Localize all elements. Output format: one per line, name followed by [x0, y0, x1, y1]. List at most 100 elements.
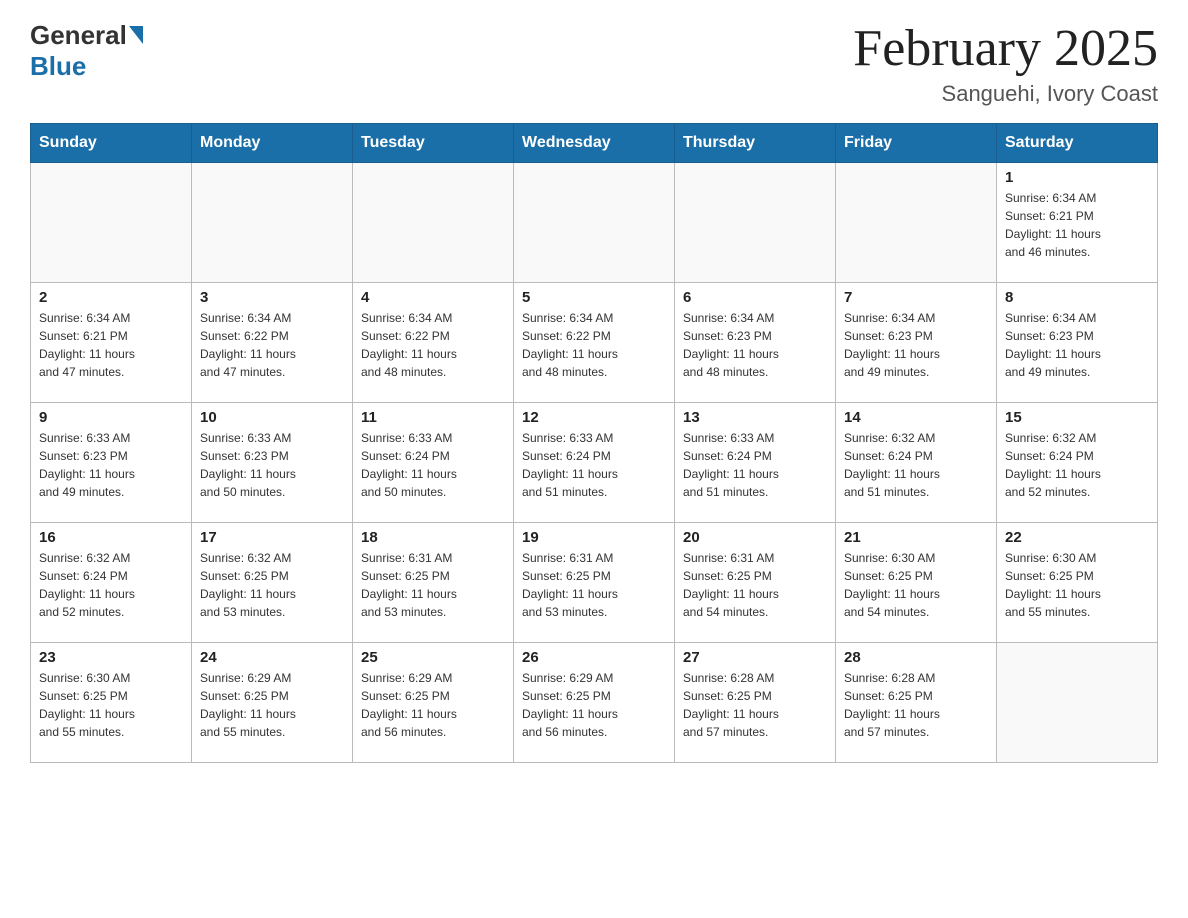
calendar-day-cell: 9 Sunrise: 6:33 AMSunset: 6:23 PMDaylight… [31, 403, 192, 523]
day-info: Sunrise: 6:33 AMSunset: 6:23 PMDaylight:… [39, 429, 183, 501]
day-number: 22 [1005, 529, 1149, 546]
calendar-day-cell [353, 163, 514, 283]
day-number: 3 [200, 289, 344, 306]
day-number: 17 [200, 529, 344, 546]
calendar-day-cell: 2Sunrise: 6:34 AMSunset: 6:21 PMDaylight… [31, 283, 192, 403]
calendar-day-cell: 25 Sunrise: 6:29 AMSunset: 6:25 PMDayligh… [353, 643, 514, 763]
month-title: February 2025 [853, 20, 1158, 77]
weekday-header-row: SundayMondayTuesdayWednesdayThursdayFrid… [31, 124, 1158, 163]
day-info: Sunrise: 6:32 AMSunset: 6:25 PMDaylight:… [200, 549, 344, 621]
day-number: 28 [844, 649, 988, 666]
calendar-day-cell: 18 Sunrise: 6:31 AMSunset: 6:25 PMDayligh… [353, 523, 514, 643]
weekday-header-wednesday: Wednesday [514, 124, 675, 163]
weekday-header-friday: Friday [836, 124, 997, 163]
day-number: 4 [361, 289, 505, 306]
day-info: Sunrise: 6:34 AMSunset: 6:23 PMDaylight:… [844, 309, 988, 381]
day-info: Sunrise: 6:29 AMSunset: 6:25 PMDaylight:… [200, 669, 344, 741]
logo: General Blue [30, 20, 143, 82]
day-info: Sunrise: 6:33 AMSunset: 6:24 PMDaylight:… [683, 429, 827, 501]
calendar-day-cell: 10 Sunrise: 6:33 AMSunset: 6:23 PMDayligh… [192, 403, 353, 523]
day-info: Sunrise: 6:32 AMSunset: 6:24 PMDaylight:… [1005, 429, 1149, 501]
page-header: General Blue February 2025 Sanguehi, Ivo… [30, 20, 1158, 107]
calendar-day-cell: 27Sunrise: 6:28 AMSunset: 6:25 PMDayligh… [675, 643, 836, 763]
calendar-day-cell: 20 Sunrise: 6:31 AMSunset: 6:25 PMDayligh… [675, 523, 836, 643]
calendar-day-cell: 6 Sunrise: 6:34 AMSunset: 6:23 PMDaylight… [675, 283, 836, 403]
day-info: Sunrise: 6:30 AMSunset: 6:25 PMDaylight:… [1005, 549, 1149, 621]
calendar-table: SundayMondayTuesdayWednesdayThursdayFrid… [30, 123, 1158, 763]
day-number: 14 [844, 409, 988, 426]
day-number: 16 [39, 529, 183, 546]
calendar-week-row: 16 Sunrise: 6:32 AMSunset: 6:24 PMDayligh… [31, 523, 1158, 643]
day-info: Sunrise: 6:32 AMSunset: 6:24 PMDaylight:… [844, 429, 988, 501]
calendar-day-cell [997, 643, 1158, 763]
day-number: 1 [1005, 169, 1149, 186]
calendar-day-cell [31, 163, 192, 283]
title-area: February 2025 Sanguehi, Ivory Coast [853, 20, 1158, 107]
day-info: Sunrise: 6:30 AMSunset: 6:25 PMDaylight:… [844, 549, 988, 621]
weekday-header-monday: Monday [192, 124, 353, 163]
day-number: 5 [522, 289, 666, 306]
day-number: 25 [361, 649, 505, 666]
calendar-day-cell [514, 163, 675, 283]
calendar-week-row: 2Sunrise: 6:34 AMSunset: 6:21 PMDaylight… [31, 283, 1158, 403]
calendar-day-cell: 28 Sunrise: 6:28 AMSunset: 6:25 PMDayligh… [836, 643, 997, 763]
calendar-day-cell: 3 Sunrise: 6:34 AMSunset: 6:22 PMDaylight… [192, 283, 353, 403]
calendar-header: SundayMondayTuesdayWednesdayThursdayFrid… [31, 124, 1158, 163]
calendar-day-cell: 24 Sunrise: 6:29 AMSunset: 6:25 PMDayligh… [192, 643, 353, 763]
day-info: Sunrise: 6:32 AMSunset: 6:24 PMDaylight:… [39, 549, 183, 621]
day-info: Sunrise: 6:34 AMSunset: 6:21 PMDaylight:… [39, 309, 183, 381]
calendar-day-cell [192, 163, 353, 283]
calendar-week-row: 1 Sunrise: 6:34 AMSunset: 6:21 PMDaylight… [31, 163, 1158, 283]
calendar-day-cell: 11 Sunrise: 6:33 AMSunset: 6:24 PMDayligh… [353, 403, 514, 523]
day-number: 20 [683, 529, 827, 546]
day-number: 11 [361, 409, 505, 426]
day-number: 8 [1005, 289, 1149, 306]
calendar-week-row: 9 Sunrise: 6:33 AMSunset: 6:23 PMDaylight… [31, 403, 1158, 523]
day-info: Sunrise: 6:33 AMSunset: 6:24 PMDaylight:… [522, 429, 666, 501]
weekday-header-saturday: Saturday [997, 124, 1158, 163]
logo-triangle-icon [129, 26, 143, 44]
weekday-header-tuesday: Tuesday [353, 124, 514, 163]
day-info: Sunrise: 6:31 AMSunset: 6:25 PMDaylight:… [361, 549, 505, 621]
calendar-day-cell: 17 Sunrise: 6:32 AMSunset: 6:25 PMDayligh… [192, 523, 353, 643]
day-info: Sunrise: 6:31 AMSunset: 6:25 PMDaylight:… [683, 549, 827, 621]
day-number: 15 [1005, 409, 1149, 426]
day-number: 6 [683, 289, 827, 306]
day-info: Sunrise: 6:33 AMSunset: 6:24 PMDaylight:… [361, 429, 505, 501]
logo-general-text: General [30, 20, 127, 51]
day-number: 26 [522, 649, 666, 666]
day-info: Sunrise: 6:29 AMSunset: 6:25 PMDaylight:… [361, 669, 505, 741]
day-number: 7 [844, 289, 988, 306]
day-number: 21 [844, 529, 988, 546]
day-info: Sunrise: 6:34 AMSunset: 6:22 PMDaylight:… [200, 309, 344, 381]
calendar-day-cell: 16 Sunrise: 6:32 AMSunset: 6:24 PMDayligh… [31, 523, 192, 643]
calendar-day-cell: 8Sunrise: 6:34 AMSunset: 6:23 PMDaylight… [997, 283, 1158, 403]
day-info: Sunrise: 6:30 AMSunset: 6:25 PMDaylight:… [39, 669, 183, 741]
day-number: 12 [522, 409, 666, 426]
calendar-body: 1 Sunrise: 6:34 AMSunset: 6:21 PMDaylight… [31, 163, 1158, 763]
calendar-day-cell: 7 Sunrise: 6:34 AMSunset: 6:23 PMDaylight… [836, 283, 997, 403]
calendar-day-cell: 22 Sunrise: 6:30 AMSunset: 6:25 PMDayligh… [997, 523, 1158, 643]
day-number: 9 [39, 409, 183, 426]
day-info: Sunrise: 6:34 AMSunset: 6:23 PMDaylight:… [683, 309, 827, 381]
day-info: Sunrise: 6:28 AMSunset: 6:25 PMDaylight:… [683, 669, 827, 741]
calendar-day-cell [836, 163, 997, 283]
calendar-day-cell: 4Sunrise: 6:34 AMSunset: 6:22 PMDaylight… [353, 283, 514, 403]
day-info: Sunrise: 6:34 AMSunset: 6:22 PMDaylight:… [522, 309, 666, 381]
day-number: 10 [200, 409, 344, 426]
day-info: Sunrise: 6:28 AMSunset: 6:25 PMDaylight:… [844, 669, 988, 741]
day-number: 19 [522, 529, 666, 546]
calendar-day-cell [675, 163, 836, 283]
calendar-day-cell: 5 Sunrise: 6:34 AMSunset: 6:22 PMDaylight… [514, 283, 675, 403]
day-info: Sunrise: 6:33 AMSunset: 6:23 PMDaylight:… [200, 429, 344, 501]
calendar-day-cell: 26 Sunrise: 6:29 AMSunset: 6:25 PMDayligh… [514, 643, 675, 763]
day-number: 23 [39, 649, 183, 666]
day-info: Sunrise: 6:34 AMSunset: 6:21 PMDaylight:… [1005, 189, 1149, 261]
day-info: Sunrise: 6:31 AMSunset: 6:25 PMDaylight:… [522, 549, 666, 621]
day-number: 24 [200, 649, 344, 666]
day-info: Sunrise: 6:29 AMSunset: 6:25 PMDaylight:… [522, 669, 666, 741]
day-number: 13 [683, 409, 827, 426]
day-number: 18 [361, 529, 505, 546]
weekday-header-thursday: Thursday [675, 124, 836, 163]
weekday-header-sunday: Sunday [31, 124, 192, 163]
